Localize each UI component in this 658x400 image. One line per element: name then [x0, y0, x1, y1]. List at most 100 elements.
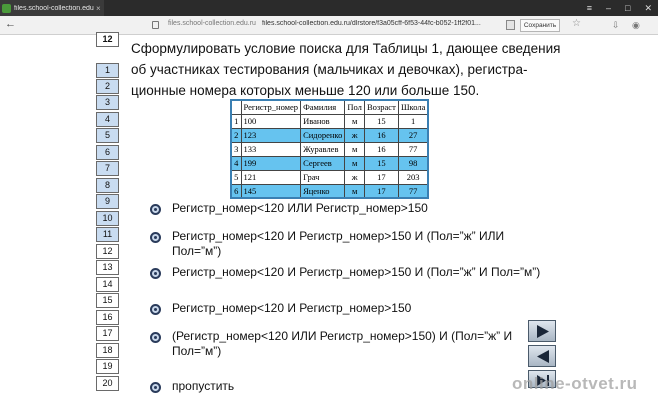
maximize-icon[interactable]: □ [625, 2, 630, 14]
answer-option-label: Регистр_номер<120 И Регистр_номер>150 И … [172, 229, 505, 258]
table-cell: 16 [363, 141, 399, 157]
bookmark-star-icon[interactable]: ☆ [572, 18, 581, 29]
data-table: Регистр_номер Фамилия Пол Возраст Школа … [230, 99, 430, 199]
radio-button[interactable] [150, 304, 161, 315]
question-nav-button[interactable]: 15 [96, 293, 119, 308]
table-header-cell: Фамилия [300, 99, 346, 115]
question-nav-button[interactable]: 6 [96, 145, 119, 160]
close-window-icon[interactable]: ✕ [644, 2, 652, 14]
table-header-cell: Возраст [363, 99, 399, 115]
question-nav-button[interactable]: 20 [96, 376, 119, 391]
back-arrow-icon[interactable]: ← [5, 18, 16, 30]
play-right-icon [537, 325, 549, 338]
table-cell: 77 [397, 183, 429, 199]
table-cell: 5 [230, 169, 242, 185]
radio-button[interactable] [150, 232, 161, 243]
question-nav-button[interactable]: 18 [96, 343, 119, 358]
table-cell: Сидоренко [300, 127, 346, 143]
answer-option-label: (Регистр_номер<120 ИЛИ Регистр_номер>150… [172, 329, 513, 358]
question-nav-button[interactable]: 11 [96, 227, 119, 242]
radio-button[interactable] [150, 382, 161, 393]
question-text: Сформулировать условие поиска для Таблиц… [131, 41, 561, 98]
question-nav-button[interactable]: 13 [96, 260, 119, 275]
table-row: 5 121 Грач ж 17 203 [230, 169, 429, 185]
table-cell: 27 [397, 127, 429, 143]
table-cell: 17 [363, 183, 399, 199]
table-row: 6 145 Яценко м 17 77 [230, 183, 429, 199]
answer-option-label: Регистр_номер<120 И Регистр_номер>150 [172, 301, 412, 315]
question-nav-button[interactable]: 9 [96, 194, 119, 209]
table-row: 3 133 Журавлев м 16 77 [230, 141, 429, 157]
question-nav-button[interactable]: 8 [96, 178, 119, 193]
question-nav-button[interactable]: 5 [96, 128, 119, 143]
table-cell: Иванов [300, 113, 346, 129]
table-cell: м [344, 113, 365, 129]
table-cell: 100 [240, 113, 302, 129]
table-cell: 199 [240, 155, 302, 171]
question-nav-button[interactable]: 10 [96, 211, 119, 226]
window-controls: ≡ – □ ✕ [587, 2, 652, 14]
table-cell: 6 [230, 183, 242, 199]
question-nav-button[interactable]: 14 [96, 277, 119, 292]
extension-icon[interactable]: ◉ [632, 20, 640, 31]
question-nav-button[interactable]: 2 [96, 79, 119, 94]
page-icon[interactable] [506, 20, 515, 30]
table-cell: 77 [397, 141, 429, 157]
table-cell: 3 [230, 141, 242, 157]
minimize-icon[interactable]: – [606, 2, 611, 14]
answer-option-label: Регистр_номер<120 ИЛИ Регистр_номер>150 [172, 201, 428, 215]
table-cell: Грач [300, 169, 346, 185]
question-nav-button[interactable]: 3 [96, 95, 119, 110]
table-cell: 15 [363, 113, 399, 129]
table-row: 4 199 Сергеев м 15 98 [230, 155, 429, 171]
table-cell: 17 [363, 169, 399, 185]
question-nav-button[interactable]: 19 [96, 359, 119, 374]
tab-title: files.school-collection.edu [14, 4, 94, 12]
skip-label: пропустить [172, 379, 235, 393]
radio-button[interactable] [150, 332, 161, 343]
current-question-number: 12 [96, 32, 119, 47]
radio-button[interactable] [150, 204, 161, 215]
downloads-icon[interactable]: ⇩ [612, 20, 620, 31]
table-cell: 16 [363, 127, 399, 143]
table-cell: 121 [240, 169, 302, 185]
question-nav-button[interactable]: 17 [96, 326, 119, 341]
table-cell: 145 [240, 183, 302, 199]
question-nav-button[interactable]: 16 [96, 310, 119, 325]
menu-icon[interactable]: ≡ [587, 2, 592, 14]
site-favicon-icon [2, 3, 11, 13]
save-button[interactable]: Сохранить [520, 19, 560, 32]
table-cell: 4 [230, 155, 242, 171]
table-cell: 1 [397, 113, 429, 129]
question-nav-button[interactable]: 4 [96, 112, 119, 127]
radio-button[interactable] [150, 268, 161, 279]
table-cell: 1 [230, 113, 242, 129]
question-nav-button[interactable]: 7 [96, 161, 119, 176]
table-cell: Яценко [300, 183, 346, 199]
lock-icon [152, 21, 159, 29]
table-cell: 133 [240, 141, 302, 157]
next-button[interactable] [528, 320, 556, 342]
browser-tab-bar: files.school-collection.edu × ≡ – □ ✕ [0, 0, 658, 16]
browser-tab[interactable]: files.school-collection.edu × [0, 0, 104, 16]
table-cell: 15 [363, 155, 399, 171]
table-header-cell: Пол [344, 99, 365, 115]
table-cell: Сергеев [300, 155, 346, 171]
url-domain[interactable]: files.school-collection.edu.ru [168, 20, 256, 27]
url-path[interactable]: files.school-collection.edu.ru/dlrstore/… [262, 20, 494, 27]
table-cell: 123 [240, 127, 302, 143]
question-nav-button[interactable]: 12 [96, 244, 119, 259]
previous-button[interactable] [528, 345, 556, 367]
table-cell: м [344, 155, 365, 171]
table-cell: м [344, 141, 365, 157]
question-nav-button[interactable]: 1 [96, 63, 119, 78]
watermark-text: online-otvet.ru [512, 374, 638, 393]
table-header-cell: Регистр_номер [240, 99, 302, 115]
table-cell: ж [344, 127, 365, 143]
table-cell: 2 [230, 127, 242, 143]
table-row: 2 123 Сидоренко ж 16 27 [230, 127, 429, 143]
tab-close-icon[interactable]: × [96, 4, 101, 13]
table-row: 1 100 Иванов м 15 1 [230, 113, 429, 129]
table-header-row: Регистр_номер Фамилия Пол Возраст Школа [230, 99, 429, 115]
table-header-cell [230, 99, 242, 115]
